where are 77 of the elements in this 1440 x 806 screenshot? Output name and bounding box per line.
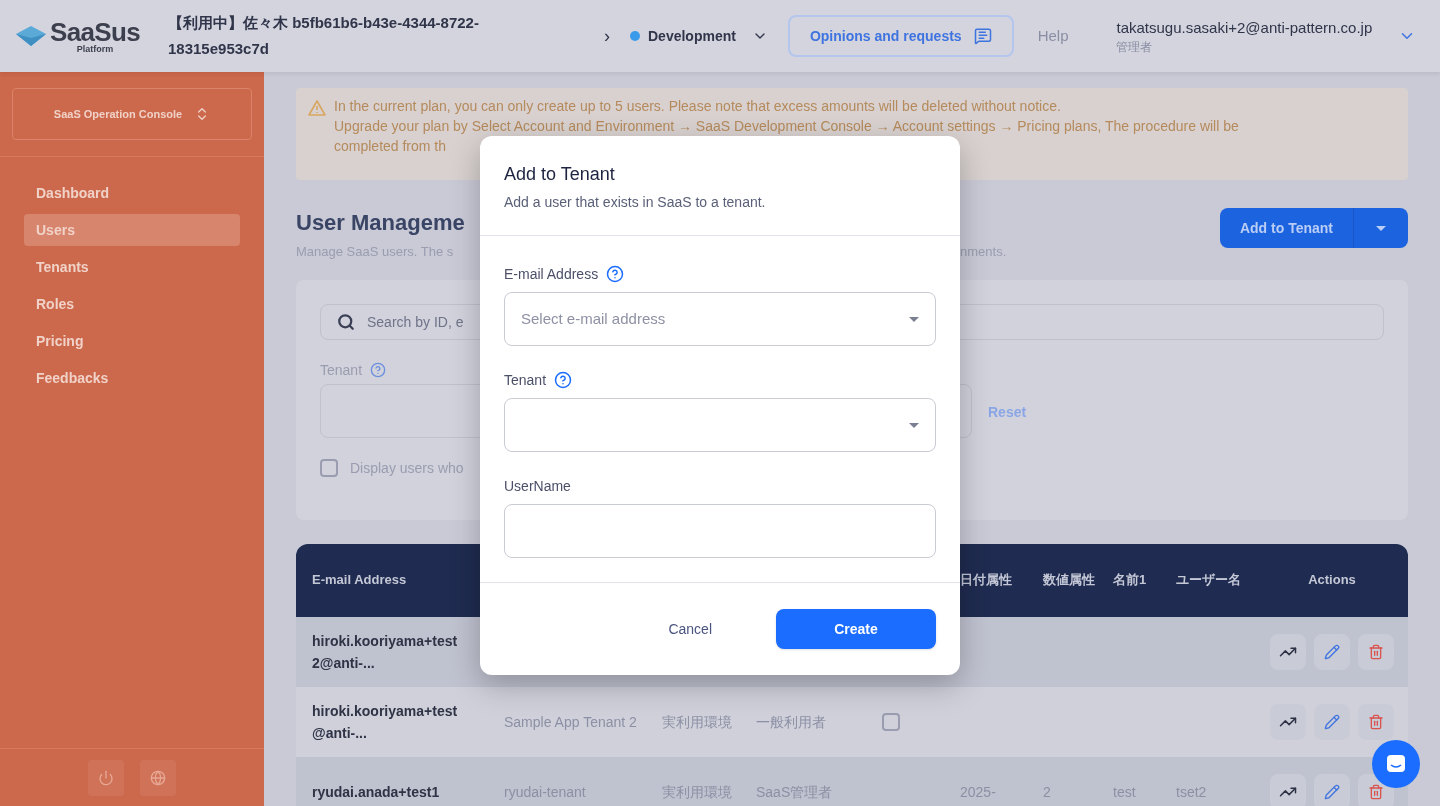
dialog-title: Add to Tenant	[504, 163, 616, 186]
warning-text: Upgrade your plan by Select Account and Environment → SaaS Development Console → Account settings → Pricing plans, The procedure will be	[334, 117, 1239, 136]
breadcrumb-separator: ›	[604, 25, 610, 48]
message-icon	[973, 27, 992, 45]
help-icon[interactable]	[606, 265, 625, 283]
column-header: ユーザー名	[1176, 571, 1242, 589]
select-placeholder: Select e-mail address	[521, 308, 666, 329]
feedback-button[interactable]: Opinions and requests	[787, 15, 1014, 57]
delete-button[interactable]	[1358, 703, 1394, 740]
edit-button[interactable]	[1314, 633, 1350, 670]
table-cell-text: Sample App Tenant 2	[504, 712, 638, 732]
user-role: 管理者	[1116, 39, 1154, 56]
warning-text: completed from th	[334, 137, 448, 156]
edit-button[interactable]	[1314, 773, 1350, 806]
table-cell-text: hiroki.kooriyama+test2@anti-...	[312, 631, 459, 673]
column-header: E-mail Address	[311, 571, 408, 589]
delete-button[interactable]	[1358, 633, 1394, 670]
help-link[interactable]: Help	[1037, 24, 1069, 48]
edit-button[interactable]	[1314, 703, 1350, 740]
caret-icon	[909, 422, 919, 428]
chart-button[interactable]	[1270, 703, 1306, 740]
sidebar-item[interactable]: Roles	[24, 288, 240, 320]
create-button[interactable]: Create	[776, 609, 936, 649]
sidebar-item[interactable]: Dashboard	[24, 177, 240, 209]
column-header: 名前1	[1113, 571, 1148, 589]
globe-button[interactable]	[140, 759, 176, 796]
cancel-button[interactable]: Cancel	[668, 619, 712, 639]
warning-text: In the current plan, you can only create up to 5 users. Please note that excess amounts will be deleted without notice.	[334, 97, 1062, 116]
select-field[interactable]: Select e-mail address	[504, 292, 936, 346]
logo-subtext: Platform	[76, 44, 114, 54]
page-title: User Manageme	[296, 209, 466, 237]
sidebar-item[interactable]: Users	[24, 214, 240, 246]
chart-button[interactable]	[1270, 633, 1306, 670]
sidebar-item[interactable]: Tenants	[24, 251, 240, 283]
pencil-icon	[1324, 783, 1340, 800]
help-icon[interactable]	[554, 371, 573, 389]
sidebar-item[interactable]: Pricing	[24, 325, 240, 357]
caret-icon	[909, 316, 919, 322]
pencil-icon	[1324, 643, 1340, 660]
trash-icon	[1368, 783, 1384, 800]
column-header: Actions	[1307, 571, 1357, 589]
field-label: Tenant	[504, 371, 547, 390]
table-cell-text: ryudai.anada+test1	[312, 782, 441, 802]
checkbox[interactable]	[320, 458, 338, 477]
warning-icon	[308, 100, 326, 116]
table-cell-text: 実利用環境	[662, 712, 733, 732]
table-cell-text: 一般利用者	[756, 712, 827, 732]
table-cell-text: hiroki.kooriyama+test@anti-...	[312, 701, 459, 743]
trash-icon	[1368, 713, 1384, 730]
help-icon	[370, 361, 387, 378]
field-label: E-mail Address	[504, 265, 599, 284]
logo-icon	[16, 26, 46, 46]
environment-title: 【利用中】佐々木 b5fb61b6-b43e-4344-8722-18315e953c7d	[168, 13, 480, 59]
search-icon	[337, 312, 355, 331]
select-field[interactable]	[504, 398, 936, 452]
pencil-icon	[1324, 713, 1340, 730]
power-button[interactable]	[88, 759, 124, 796]
caret-icon	[1376, 225, 1386, 231]
column-header: 日付属性	[960, 571, 1013, 589]
console-selector[interactable]: SaaS Operation Console	[12, 88, 252, 140]
chat-button[interactable]	[1372, 740, 1420, 788]
logo-text: SaaSus	[50, 18, 141, 45]
globe-icon	[150, 769, 166, 786]
input-field[interactable]	[504, 504, 936, 558]
trash-icon	[1368, 643, 1384, 660]
environment-selector[interactable]: Development	[630, 26, 768, 46]
column-header: 数値属性	[1043, 571, 1096, 589]
power-icon	[98, 769, 114, 786]
search-placeholder: Search by ID, e	[367, 312, 464, 332]
dialog-subtitle: Add a user that exists in SaaS to a tenant.	[504, 193, 767, 212]
reset-link[interactable]: Reset	[988, 401, 1027, 422]
checkbox[interactable]	[882, 712, 900, 731]
field-label: UserName	[504, 477, 571, 496]
chart-button[interactable]	[1270, 773, 1306, 806]
user-email: takatsugu.sasaki+2@anti-pattern.co.jp	[1116, 17, 1373, 38]
add-to-tenant-button[interactable]: Add to Tenant	[1219, 208, 1354, 248]
sidebar-item[interactable]: Feedbacks	[24, 362, 240, 394]
